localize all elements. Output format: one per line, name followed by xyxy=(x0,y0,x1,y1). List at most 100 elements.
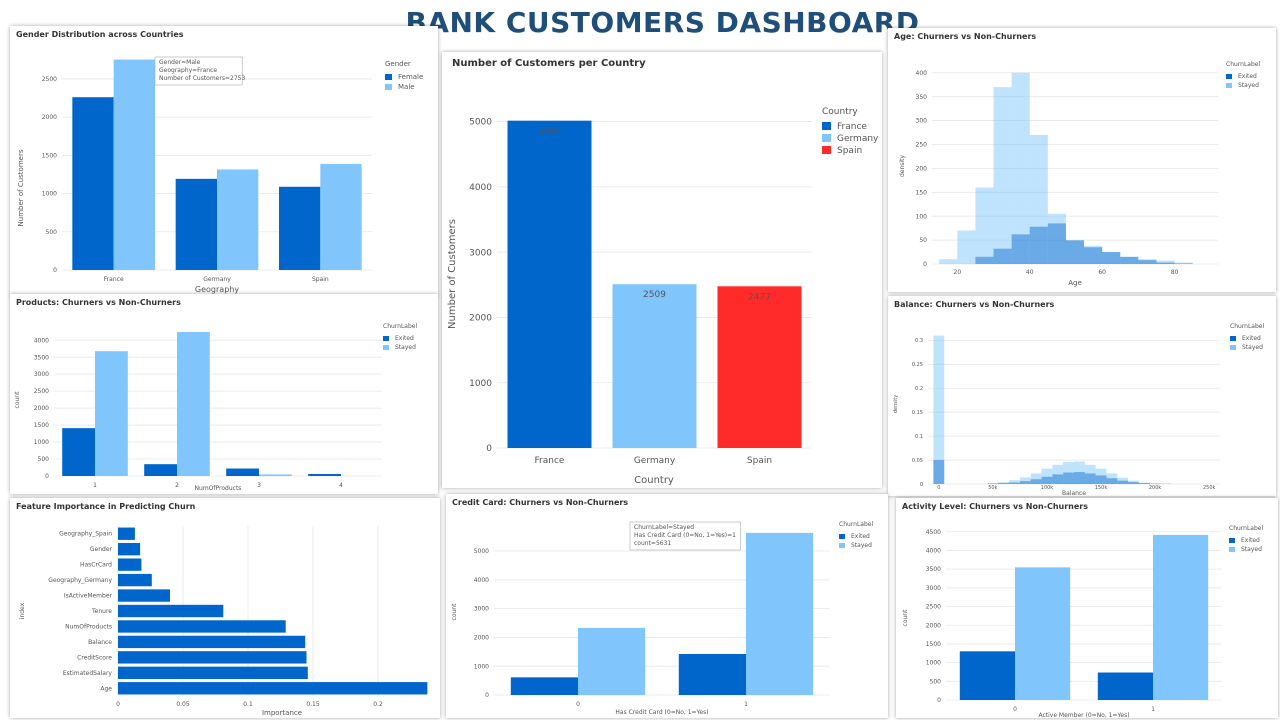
legend-swatch xyxy=(383,336,389,341)
hist-bar-exited xyxy=(1011,234,1030,264)
hist-bar-exited xyxy=(993,248,1012,264)
legend-label: France xyxy=(837,122,867,132)
y-tick-label: 0.2 xyxy=(915,386,923,392)
legend-label: Stayed xyxy=(1242,344,1263,351)
bar-female xyxy=(175,178,217,270)
hist-bar-exited xyxy=(1047,223,1066,264)
bar-exited xyxy=(1097,672,1153,700)
hover-tooltip-line: Has Credit Card (0=No, 1=Yes)=1 xyxy=(634,532,736,539)
bar-stayed xyxy=(177,331,210,476)
hist-bar-exited xyxy=(1156,262,1175,264)
y-tick-label: 2500 xyxy=(926,604,941,611)
x-axis-title: Active Member (0=No, 1=Yes) xyxy=(1038,712,1129,719)
x-tick-label: 250k xyxy=(1203,485,1216,491)
legend-title: ChurnLabel xyxy=(839,521,873,528)
importance-bar xyxy=(118,573,152,587)
bar-exited xyxy=(62,428,95,476)
legend-swatch xyxy=(385,74,392,80)
balance-churn-panel: Balance: Churners vs Non-Churners 0 0.05 0… xyxy=(888,296,1276,497)
legend-title: Gender xyxy=(385,60,411,68)
creditcard-chart: 0 1000 2000 3000 4000 5000 0 1 Has Credit Card (… xyxy=(451,521,873,716)
legend-label: Stayed xyxy=(851,542,872,549)
y-tick-label: HasCrCard xyxy=(80,562,112,569)
hist-bar-exited xyxy=(1041,476,1053,484)
x-tick-label: 1 xyxy=(1151,706,1155,713)
bar-stayed xyxy=(578,627,646,695)
importance-bar xyxy=(118,558,142,571)
y-tick-label: 0 xyxy=(937,697,941,704)
y-tick-label: 0 xyxy=(45,473,49,480)
products-churn-panel: Products: Churners vs Non-Churners 0 500 1… xyxy=(10,294,438,494)
importance-bar xyxy=(118,604,224,618)
bar-data-label: 2509 xyxy=(643,290,666,300)
y-axis-title: density xyxy=(899,155,906,177)
y-tick-label: 0 xyxy=(485,692,489,699)
legend-label: Male xyxy=(398,83,415,91)
feature-importance-panel: Feature Importance in Predicting Churn 0… xyxy=(10,498,440,718)
hist-bar-stayed xyxy=(939,259,958,264)
legend-swatch xyxy=(839,543,845,548)
y-tick-label: 2000 xyxy=(34,405,49,412)
x-axis-title: Has Credit Card (0=No, 1=Yes) xyxy=(615,709,708,716)
bar-spain xyxy=(717,286,802,448)
legend-label: Exited xyxy=(395,335,414,342)
hist-bar-exited xyxy=(1065,240,1085,264)
y-tick-label: 4500 xyxy=(926,529,941,536)
age-chart: 0 50 100 150 200 250 300 350 400 20 40 60 80 Age densi… xyxy=(899,61,1260,287)
y-tick-label: 150 xyxy=(916,189,928,196)
y-tick-label: 0 xyxy=(920,482,923,488)
hist-bar-exited xyxy=(1074,472,1085,484)
legend-title: ChurnLabel xyxy=(383,323,417,330)
activity-level-churn-panel: Activity Level: Churners vs Non-Churners… xyxy=(896,498,1278,719)
bar-exited xyxy=(510,677,578,695)
hist-bar-exited xyxy=(1030,479,1042,484)
y-axis-title: count xyxy=(451,603,458,621)
y-tick-label: Balance xyxy=(88,639,112,646)
bar-stayed xyxy=(1153,534,1209,700)
x-tick-label: 1 xyxy=(93,482,97,489)
y-axis-title: count xyxy=(902,609,909,627)
hist-bar-stayed xyxy=(957,230,976,264)
legend-swatch xyxy=(839,534,845,539)
bar-exited xyxy=(144,464,177,476)
y-axis-title: Number of Customers xyxy=(447,219,458,329)
activity-chart: 0 500 1000 1500 2000 2500 3000 3500 4000 4500 0 1 Ac… xyxy=(902,525,1263,719)
y-tick-label: 0 xyxy=(53,267,57,274)
legend-label: Exited xyxy=(1242,335,1261,342)
x-axis-title: Importance xyxy=(262,709,302,717)
importance-bar xyxy=(118,527,135,540)
credit-card-churn-panel: Credit Card: Churners vs Non-Churners 01… xyxy=(446,494,888,718)
bar-exited xyxy=(226,468,259,476)
bar-exited xyxy=(678,653,746,695)
y-tick-label: 3000 xyxy=(474,606,489,613)
y-tick-label: 1000 xyxy=(34,439,49,446)
y-tick-label: 300 xyxy=(916,118,928,125)
y-tick-label: 2000 xyxy=(926,622,941,629)
bar-data-label: 2477 xyxy=(748,292,771,302)
x-tick-label: 0.1 xyxy=(243,701,253,708)
hist-bar-exited xyxy=(1063,472,1074,484)
legend-swatch xyxy=(822,134,831,142)
y-tick-label: 4000 xyxy=(34,337,49,344)
y-tick-label: 0 xyxy=(486,444,492,454)
y-tick-label: 5000 xyxy=(469,118,492,128)
x-tick-label: France xyxy=(535,456,565,466)
y-tick-label: 3500 xyxy=(34,354,49,361)
hover-tooltip-line: count=5631 xyxy=(634,540,671,547)
y-axis-title: count xyxy=(14,391,21,409)
y-axis-title: index xyxy=(19,602,26,619)
y-tick-label: 500 xyxy=(38,456,50,463)
hist-bar-exited xyxy=(1019,481,1031,484)
bar-male xyxy=(320,163,362,270)
x-axis-title: Country xyxy=(634,475,674,486)
x-tick-label: 150k xyxy=(1095,485,1108,491)
hist-bar-exited xyxy=(1102,252,1121,264)
y-tick-label: Gender xyxy=(90,546,113,553)
y-tick-label: 400 xyxy=(916,70,928,77)
y-tick-label: 1000 xyxy=(469,379,492,389)
country-chart: 0 1000 2000 3000 4000 5000 5014 France 2509 Germa… xyxy=(447,107,879,486)
legend-swatch xyxy=(1229,547,1235,552)
x-tick-label: 0 xyxy=(1013,706,1017,713)
legend-title: ChurnLabel xyxy=(1230,323,1264,330)
hist-bar-exited xyxy=(1138,260,1157,264)
